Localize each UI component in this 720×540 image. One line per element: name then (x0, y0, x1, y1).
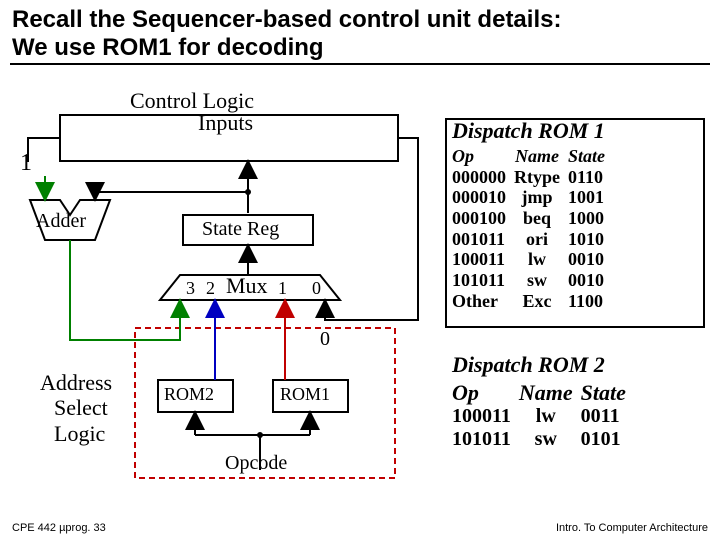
table-row: OtherExc1100 (452, 291, 613, 312)
footer-right: Intro. To Computer Architecture (556, 522, 708, 534)
rom2-h-state: State (581, 380, 634, 405)
address-select-logic-label: Address Select Logic (40, 370, 112, 446)
table-row: 000010jmp1001 (452, 187, 613, 208)
mux-port-2: 2 (206, 278, 215, 299)
rom1-h-op: Op (452, 146, 514, 167)
rom1-h-state: State (568, 146, 613, 167)
dispatch-rom2-table: Dispatch ROM 2 Op Name State 100011lw001… (452, 352, 634, 451)
mux-port-0: 0 (312, 278, 321, 299)
rom2-box-label: ROM2 (164, 384, 214, 405)
rom2-title: Dispatch ROM 2 (452, 352, 634, 378)
asl-line1: Address (40, 370, 112, 395)
adder-label: Adder (36, 210, 86, 233)
mux-port-1: 1 (278, 278, 287, 299)
zero-constant-label: 0 (320, 328, 330, 351)
table-row: 001011ori1010 (452, 229, 613, 250)
rom1-h-name: Name (514, 146, 568, 167)
rom1-box-label: ROM1 (280, 384, 330, 405)
table-row: 101011sw0101 (452, 428, 634, 451)
table-row: 101011sw0010 (452, 270, 613, 291)
mux-label: Mux (226, 273, 268, 299)
inputs-label: Inputs (198, 110, 253, 136)
rom2-table: Op Name State 100011lw0011 101011sw0101 (452, 380, 634, 451)
footer-left: CPE 442 µprog. 33 (12, 522, 106, 534)
dispatch-rom1-table: Dispatch ROM 1 Op Name State 000000Rtype… (452, 118, 613, 312)
one-constant-label: 1 (20, 150, 32, 177)
asl-line3: Logic (40, 421, 105, 446)
rom1-title: Dispatch ROM 1 (452, 118, 613, 144)
mux-port-3: 3 (186, 278, 195, 299)
table-row: 100011lw0010 (452, 249, 613, 270)
table-row: 000100beq1000 (452, 208, 613, 229)
rom2-h-name: Name (519, 380, 581, 405)
table-row: 100011lw0011 (452, 405, 634, 428)
table-row: 000000Rtype0110 (452, 167, 613, 188)
rom2-h-op: Op (452, 380, 519, 405)
opcode-label: Opcode (225, 452, 287, 475)
asl-line2: Select (40, 395, 108, 420)
state-reg-label: State Reg (202, 218, 279, 241)
rom1-table: Op Name State 000000Rtype0110 000010jmp1… (452, 146, 613, 312)
